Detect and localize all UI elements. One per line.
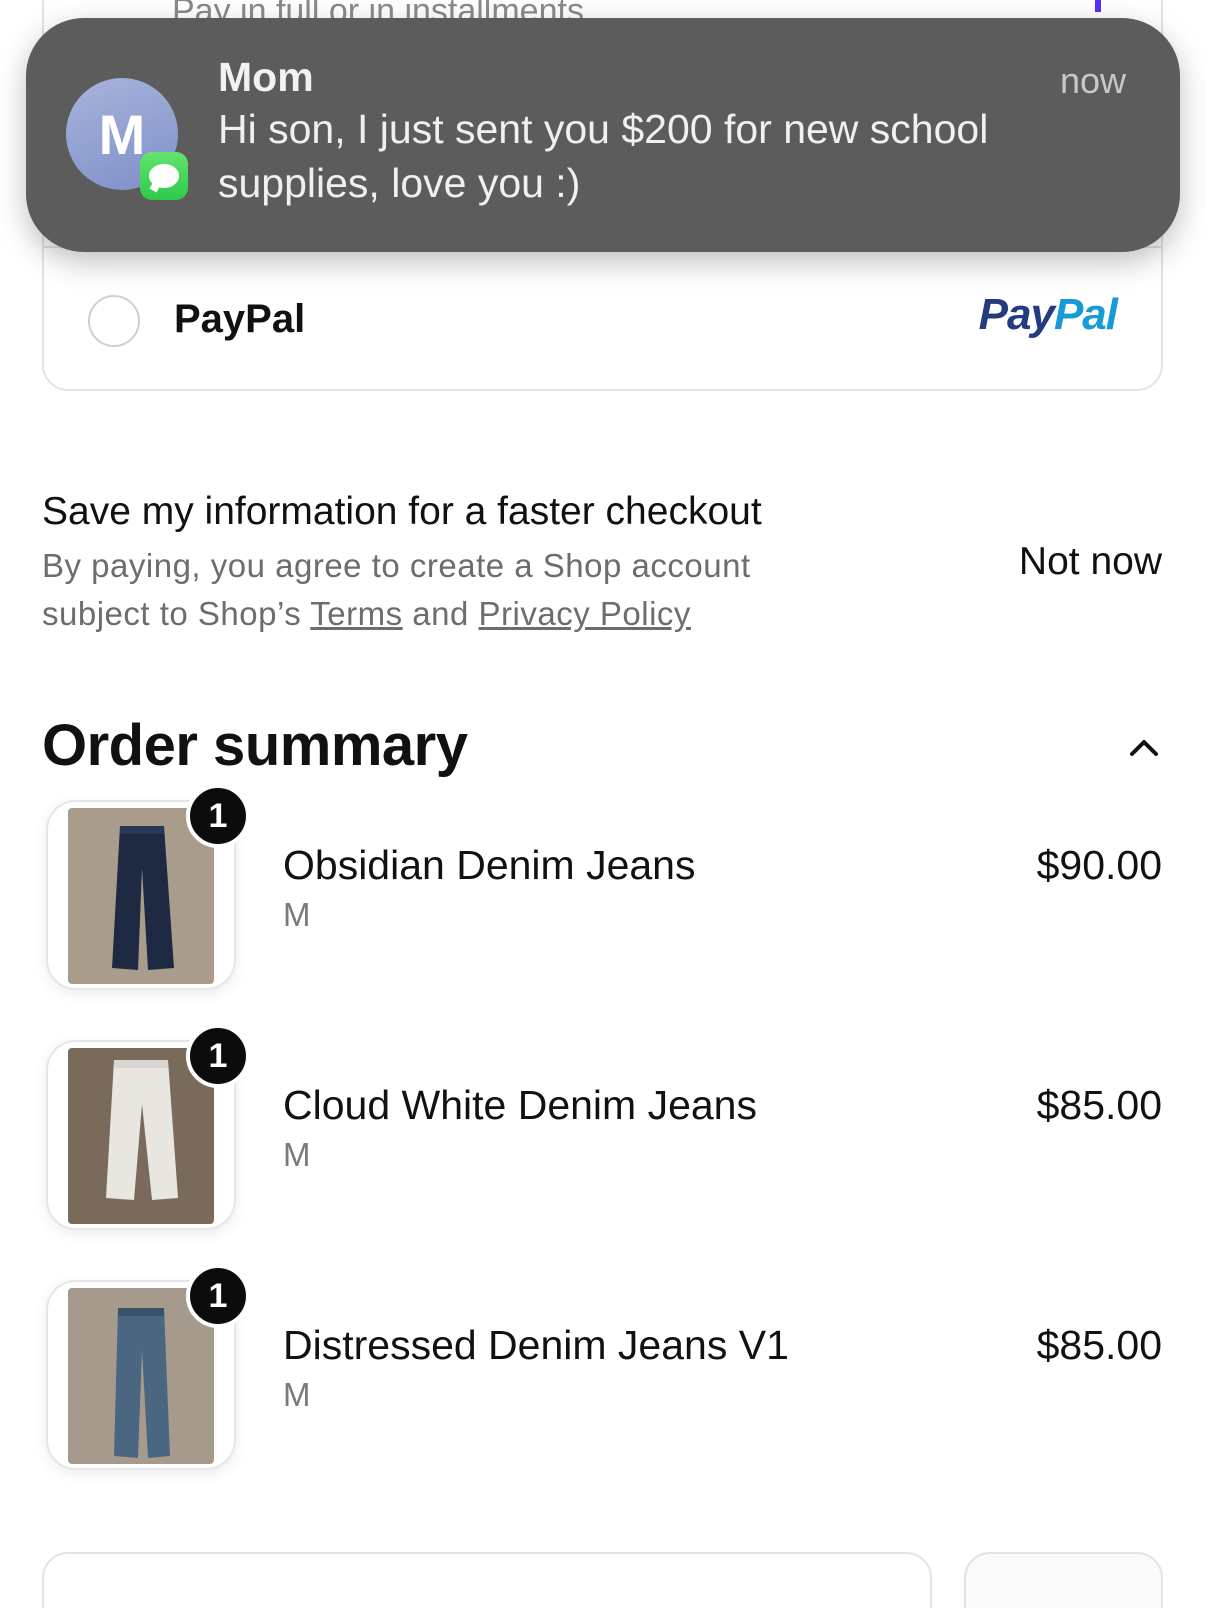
- order-item: 1 Distressed Denim Jeans V1 M $85.00: [0, 1264, 1206, 1480]
- chevron-up-icon[interactable]: [1126, 730, 1162, 766]
- message-notification[interactable]: M Mom now Hi son, I just sent you $200 f…: [26, 18, 1180, 252]
- paypal-radio[interactable]: [88, 295, 140, 347]
- quantity-badge: 1: [186, 1264, 250, 1328]
- paypal-option-label[interactable]: PayPal: [174, 297, 305, 342]
- notification-body: Hi son, I just sent you $200 for new sch…: [218, 106, 989, 206]
- quantity-badge: 1: [186, 784, 250, 848]
- item-variant: M: [283, 896, 311, 933]
- item-name: Distressed Denim Jeans V1: [283, 1322, 789, 1368]
- not-now-button[interactable]: Not now: [1019, 540, 1162, 584]
- privacy-policy-link[interactable]: Privacy Policy: [479, 595, 691, 632]
- paypal-logo: PayPal: [978, 290, 1118, 340]
- save-info-subtitle: By paying, you agree to create a Shop ac…: [42, 542, 862, 638]
- paypal-logo-pal: Pal: [1053, 290, 1118, 339]
- order-item: 1 Obsidian Denim Jeans M $90.00: [0, 784, 1206, 1000]
- item-variant: M: [283, 1136, 311, 1173]
- and-text: and: [402, 595, 479, 632]
- terms-link[interactable]: Terms: [310, 595, 402, 632]
- order-summary-title: Order summary: [42, 713, 468, 778]
- quantity-badge: 1: [186, 1024, 250, 1088]
- discount-code-input[interactable]: [42, 1552, 932, 1608]
- item-name: Cloud White Denim Jeans: [283, 1082, 757, 1128]
- notification-time: now: [1059, 60, 1126, 101]
- item-price: $85.00: [1036, 1322, 1162, 1368]
- item-price: $85.00: [1036, 1082, 1162, 1128]
- item-price: $90.00: [1036, 842, 1162, 888]
- item-variant: M: [283, 1376, 311, 1413]
- messages-icon: [140, 152, 188, 200]
- installments-logo: [1095, 0, 1101, 12]
- save-info-title: Save my information for a faster checkou…: [42, 490, 762, 533]
- item-name: Obsidian Denim Jeans: [283, 842, 696, 888]
- paypal-logo-pay: Pay: [978, 290, 1055, 339]
- notification-sender: Mom: [218, 54, 314, 100]
- apply-button[interactable]: [964, 1552, 1163, 1608]
- order-item: 1 Cloud White Denim Jeans M $85.00: [0, 1024, 1206, 1240]
